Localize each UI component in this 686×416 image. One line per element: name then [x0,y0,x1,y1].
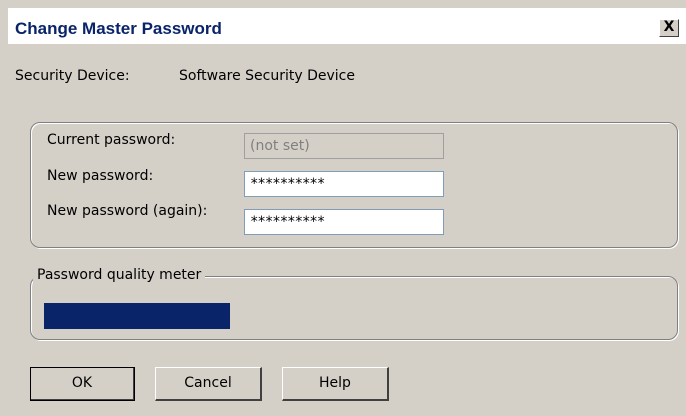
new-password-again-field[interactable]: ********** [244,209,444,235]
dialog-window: Change Master Password X Security Device… [8,8,686,416]
ok-button[interactable]: OK [30,367,135,401]
new-password-again-label: New password (again): [47,203,208,219]
quality-meter-legend: Password quality meter [33,267,206,283]
close-button[interactable]: X [659,19,679,37]
security-device-label: Security Device: [15,68,130,84]
title-bar: Change Master Password X [8,8,686,44]
current-password-field[interactable]: (not set) [244,133,444,159]
quality-meter-group: Password quality meter [30,267,678,340]
new-password-label: New password: [47,168,154,184]
cancel-button[interactable]: Cancel [155,367,262,401]
quality-meter-bar [44,303,230,329]
dialog-content: Security Device: Software Security Devic… [8,44,686,416]
dialog-title: Change Master Password [15,19,222,38]
new-password-field[interactable]: ********** [244,171,444,197]
current-password-label: Current password: [47,132,176,148]
password-group: Current password: (not set) New password… [30,122,678,248]
security-device-value: Software Security Device [179,68,355,84]
close-icon: X [663,19,675,35]
help-button[interactable]: Help [282,367,389,401]
